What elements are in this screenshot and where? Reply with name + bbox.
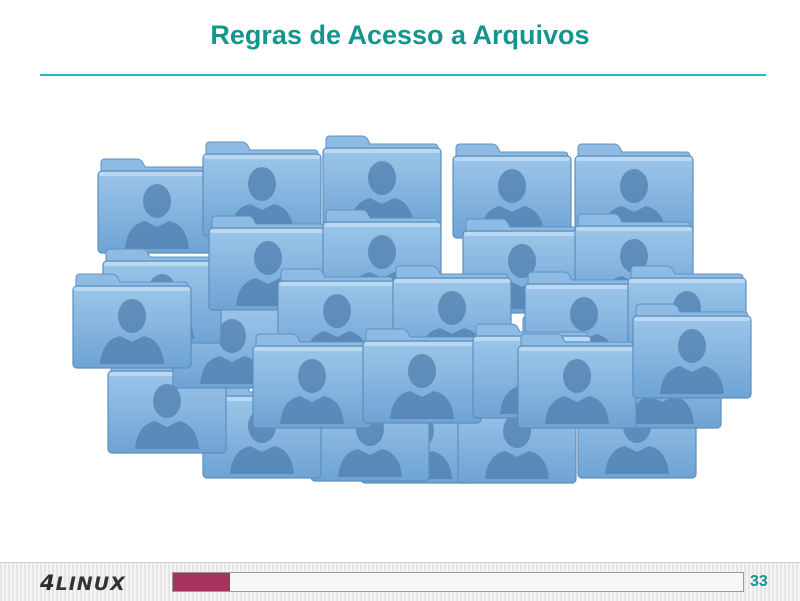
slide-progress-bar	[172, 572, 744, 592]
4linux-logo: 4LINUX	[40, 571, 126, 595]
user-folder-icon	[70, 270, 194, 370]
page-number: 33	[750, 573, 768, 590]
user-folder-icon	[630, 300, 754, 400]
user-folder-cloud	[0, 0, 800, 600]
user-folder-icon	[250, 330, 374, 430]
slide-footer: 4LINUX 33	[0, 562, 800, 601]
slide-progress-fill	[173, 573, 230, 591]
user-folder-icon	[360, 325, 484, 425]
user-folder-icon	[515, 330, 639, 430]
